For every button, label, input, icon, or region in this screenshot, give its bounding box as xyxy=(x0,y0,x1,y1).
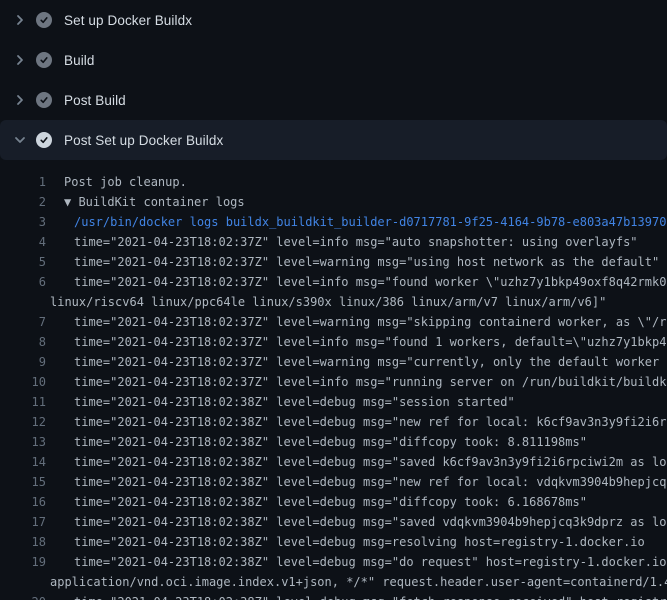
log-line-text: time="2021-04-23T18:02:38Z" level=debug … xyxy=(74,552,667,572)
log-row: 14 time="2021-04-23T18:02:38Z" level=debu… xyxy=(0,452,667,472)
log-line-text: time="2021-04-23T18:02:37Z" level=warnin… xyxy=(74,312,667,332)
chevron-right-icon xyxy=(12,12,28,28)
log-row: 9 time="2021-04-23T18:02:37Z" level=warni… xyxy=(0,352,667,372)
log-row: 2 ▼ BuildKit container logs xyxy=(0,192,667,212)
log-row: 18 time="2021-04-23T18:02:38Z" level=debu… xyxy=(0,532,667,552)
log-line-number[interactable]: 2 xyxy=(0,192,46,212)
log-row: 5 time="2021-04-23T18:02:37Z" level=warni… xyxy=(0,252,667,272)
log-row: 17 time="2021-04-23T18:02:38Z" level=debu… xyxy=(0,512,667,532)
log-line-text: time="2021-04-23T18:02:37Z" level=warnin… xyxy=(74,252,659,272)
log-line-text: time="2021-04-23T18:02:37Z" level=info m… xyxy=(74,232,638,252)
log-line-text: linux/riscv64 linux/ppc64le linux/s390x … xyxy=(50,292,606,312)
log-line-number[interactable]: 9 xyxy=(0,352,46,372)
check-circle-icon xyxy=(36,12,52,28)
steps-list: Set up Docker Buildx Build Post Build Post … xyxy=(0,0,667,160)
log-line-number[interactable]: 7 xyxy=(0,312,46,332)
log-line-number[interactable]: 1 xyxy=(0,172,46,192)
log-row: 13 time="2021-04-23T18:02:38Z" level=debu… xyxy=(0,432,667,452)
log-line-text: time="2021-04-23T18:02:37Z" level=info m… xyxy=(74,272,667,292)
log-line-number[interactable]: 14 xyxy=(0,452,46,472)
log-line-number[interactable]: 3 xyxy=(0,212,46,232)
log-row: 19 time="2021-04-23T18:02:38Z" level=debu… xyxy=(0,552,667,572)
log-line-number[interactable]: 6 xyxy=(0,272,46,292)
log-line-text: time="2021-04-23T18:02:38Z" level=debug … xyxy=(74,452,667,472)
step-header-build[interactable]: Build xyxy=(0,40,667,80)
check-circle-icon xyxy=(36,52,52,68)
log-row: 7 time="2021-04-23T18:02:37Z" level=warni… xyxy=(0,312,667,332)
log-line-number[interactable]: 10 xyxy=(0,372,46,392)
log-line-text: time="2021-04-23T18:02:37Z" level=warnin… xyxy=(74,352,667,372)
log-line-text: time="2021-04-23T18:02:38Z" level=debug … xyxy=(74,512,667,532)
log-line-number[interactable]: 8 xyxy=(0,332,46,352)
log-line-number[interactable]: 5 xyxy=(0,252,46,272)
log-row: 4 time="2021-04-23T18:02:37Z" level=info … xyxy=(0,232,667,252)
log-line-text: time="2021-04-23T18:02:38Z" level=debug … xyxy=(74,472,667,492)
log-line-number xyxy=(0,292,46,312)
log-row: 12 time="2021-04-23T18:02:38Z" level=debu… xyxy=(0,412,667,432)
log-row: 1 Post job cleanup. xyxy=(0,172,667,192)
log-row: 6 time="2021-04-23T18:02:37Z" level=info … xyxy=(0,272,667,292)
log-line-text: application/vnd.oci.image.index.v1+json,… xyxy=(50,572,667,592)
log-line-number[interactable]: 15 xyxy=(0,472,46,492)
log-line-text: time="2021-04-23T18:02:38Z" level=debug … xyxy=(74,592,667,600)
log-line-text: time="2021-04-23T18:02:38Z" level=debug … xyxy=(74,532,645,552)
check-circle-icon xyxy=(36,132,52,148)
log-line-number[interactable]: 17 xyxy=(0,512,46,532)
log-line-number[interactable]: 19 xyxy=(0,552,46,572)
chevron-right-icon xyxy=(12,92,28,108)
log-row: 8 time="2021-04-23T18:02:37Z" level=info … xyxy=(0,332,667,352)
log-line-number[interactable]: 4 xyxy=(0,232,46,252)
log-row: 3/usr/bin/docker logs buildx_buildkit_bu… xyxy=(0,212,667,232)
log-line-number[interactable]: 18 xyxy=(0,532,46,552)
log-line-text: time="2021-04-23T18:02:38Z" level=debug … xyxy=(74,412,667,432)
log-row: linux/riscv64 linux/ppc64le linux/s390x … xyxy=(0,292,667,312)
log-line-number[interactable]: 13 xyxy=(0,432,46,452)
step-label: Build xyxy=(64,53,95,68)
log-lines: 1 Post job cleanup. 2 ▼ BuildKit container … xyxy=(0,160,667,600)
log-line-number[interactable]: 12 xyxy=(0,412,46,432)
step-label: Set up Docker Buildx xyxy=(64,13,192,28)
step-header-post-build[interactable]: Post Build xyxy=(0,80,667,120)
log-row: application/vnd.oci.image.index.v1+json,… xyxy=(0,572,667,592)
chevron-down-icon xyxy=(12,132,28,148)
log-row: 10 time="2021-04-23T18:02:37Z" level=info… xyxy=(0,372,667,392)
log-line-text: Post job cleanup. xyxy=(64,172,187,192)
log-line-number[interactable]: 11 xyxy=(0,392,46,412)
log-row: 20 time="2021-04-23T18:02:38Z" level=debu… xyxy=(0,592,667,600)
step-label: Post Build xyxy=(64,93,126,108)
log-line-text: time="2021-04-23T18:02:38Z" level=debug … xyxy=(74,392,515,412)
log-line-text: time="2021-04-23T18:02:38Z" level=debug … xyxy=(74,432,587,452)
check-circle-icon xyxy=(36,92,52,108)
log-line-number[interactable]: 16 xyxy=(0,492,46,512)
log-line-number[interactable]: 20 xyxy=(0,592,46,600)
log-line-text: time="2021-04-23T18:02:37Z" level=info m… xyxy=(74,372,667,392)
log-line-number xyxy=(0,572,46,592)
log-line-text: time="2021-04-23T18:02:37Z" level=info m… xyxy=(74,332,667,352)
log-group-toggle[interactable]: ▼ BuildKit container logs xyxy=(64,192,245,212)
step-label: Post Set up Docker Buildx xyxy=(64,133,223,148)
chevron-right-icon xyxy=(12,52,28,68)
step-header-post-set-up-docker-buildx[interactable]: Post Set up Docker Buildx xyxy=(0,120,667,160)
step-header-set-up-docker-buildx[interactable]: Set up Docker Buildx xyxy=(0,0,667,40)
log-row: 11 time="2021-04-23T18:02:38Z" level=debu… xyxy=(0,392,667,412)
log-row: 16 time="2021-04-23T18:02:38Z" level=debu… xyxy=(0,492,667,512)
log-line-text: time="2021-04-23T18:02:38Z" level=debug … xyxy=(74,492,587,512)
log-command-text: /usr/bin/docker logs buildx_buildkit_bui… xyxy=(74,212,666,232)
log-row: 15 time="2021-04-23T18:02:38Z" level=debu… xyxy=(0,472,667,492)
